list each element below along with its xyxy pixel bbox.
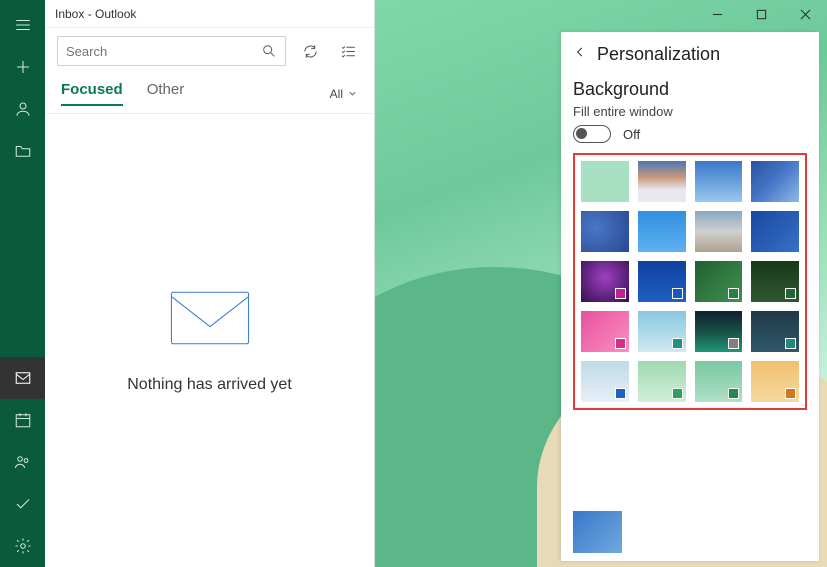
background-thumbnail[interactable] (751, 261, 799, 302)
background-thumbnail[interactable] (638, 261, 686, 302)
background-thumbnail[interactable] (581, 311, 629, 352)
accent-swatch (728, 288, 739, 299)
new-mail-button[interactable] (0, 46, 45, 88)
folder-icon (14, 142, 32, 160)
background-thumbnail[interactable] (638, 311, 686, 352)
hamburger-icon (14, 16, 32, 34)
background-gallery-extra (573, 511, 807, 553)
accounts-button[interactable] (0, 88, 45, 130)
minimize-icon (712, 9, 723, 20)
filter-label: All (330, 87, 343, 101)
accent-swatch (728, 388, 739, 399)
refresh-icon (302, 43, 319, 60)
accent-swatch (615, 388, 626, 399)
plus-icon (14, 58, 32, 76)
panel-header: Personalization (573, 44, 807, 65)
background-thumbnail[interactable] (581, 261, 629, 302)
toggle-state-label: Off (623, 127, 640, 142)
fill-window-toggle-row: Off (573, 125, 807, 143)
accent-swatch (672, 388, 683, 399)
background-thumbnail[interactable] (581, 161, 629, 202)
accent-swatch (615, 288, 626, 299)
multiselect-icon (340, 43, 357, 60)
mail-button[interactable] (0, 357, 45, 399)
check-icon (14, 495, 32, 513)
background-section-title: Background (573, 79, 807, 100)
background-thumbnail[interactable] (695, 261, 743, 302)
search-icon (261, 43, 277, 59)
accent-swatch (728, 338, 739, 349)
settings-button[interactable] (0, 525, 45, 567)
background-thumbnail[interactable] (638, 161, 686, 202)
accent-swatch (672, 288, 683, 299)
chevron-down-icon (347, 88, 358, 99)
people-button[interactable] (0, 441, 45, 483)
chevron-left-icon (573, 45, 587, 59)
accent-swatch (785, 388, 796, 399)
inbox-tabs: Focused Other All (45, 74, 374, 114)
empty-state: Nothing has arrived yet (45, 114, 374, 567)
accent-swatch (672, 338, 683, 349)
search-box[interactable] (57, 36, 286, 66)
background-thumbnail[interactable] (751, 361, 799, 402)
app-root: Inbox - Outlook Focused Other All (0, 0, 827, 567)
minimize-button[interactable] (695, 0, 739, 28)
personalization-panel: Personalization Background Fill entire w… (561, 32, 819, 561)
background-thumbnail[interactable] (581, 361, 629, 402)
window-controls (695, 0, 827, 28)
sync-button[interactable] (296, 37, 324, 65)
menu-button[interactable] (0, 4, 45, 46)
background-thumbnail[interactable] (695, 311, 743, 352)
empty-message: Nothing has arrived yet (127, 376, 292, 394)
background-thumbnail[interactable] (751, 161, 799, 202)
fill-window-toggle[interactable] (573, 125, 611, 143)
reading-pane: Personalization Background Fill entire w… (375, 0, 827, 567)
background-gallery (581, 161, 799, 402)
select-mode-button[interactable] (334, 37, 362, 65)
tab-other[interactable]: Other (147, 81, 185, 106)
background-thumbnail[interactable] (695, 361, 743, 402)
background-thumbnail[interactable] (695, 211, 743, 252)
background-thumbnail[interactable] (751, 311, 799, 352)
maximize-button[interactable] (739, 0, 783, 28)
inbox-toolbar (45, 28, 374, 74)
folders-button[interactable] (0, 130, 45, 172)
people-icon (14, 453, 32, 471)
maximize-icon (756, 9, 767, 20)
gear-icon (14, 537, 32, 555)
calendar-button[interactable] (0, 399, 45, 441)
accent-swatch (785, 338, 796, 349)
envelope-icon (167, 288, 253, 348)
back-button[interactable] (573, 45, 587, 64)
mail-icon (14, 369, 32, 387)
tab-focused[interactable]: Focused (61, 81, 123, 106)
background-thumbnail[interactable] (638, 361, 686, 402)
nav-rail (0, 0, 45, 567)
background-thumbnail[interactable] (638, 211, 686, 252)
window-title-text: Inbox - Outlook (55, 7, 136, 21)
background-thumbnail[interactable] (695, 161, 743, 202)
inbox-column: Inbox - Outlook Focused Other All (45, 0, 375, 567)
todo-button[interactable] (0, 483, 45, 525)
search-input[interactable] (66, 44, 261, 59)
accent-swatch (615, 338, 626, 349)
fill-window-label: Fill entire window (573, 104, 807, 119)
background-gallery-highlight (573, 153, 807, 410)
calendar-icon (14, 411, 32, 429)
background-thumbnail[interactable] (581, 211, 629, 252)
close-button[interactable] (783, 0, 827, 28)
accent-swatch (785, 288, 796, 299)
background-thumbnail[interactable] (573, 511, 622, 553)
window-title: Inbox - Outlook (45, 0, 374, 28)
filter-dropdown[interactable]: All (330, 87, 358, 101)
background-thumbnail[interactable] (751, 211, 799, 252)
panel-title: Personalization (597, 44, 720, 65)
close-icon (800, 9, 811, 20)
person-icon (14, 100, 32, 118)
